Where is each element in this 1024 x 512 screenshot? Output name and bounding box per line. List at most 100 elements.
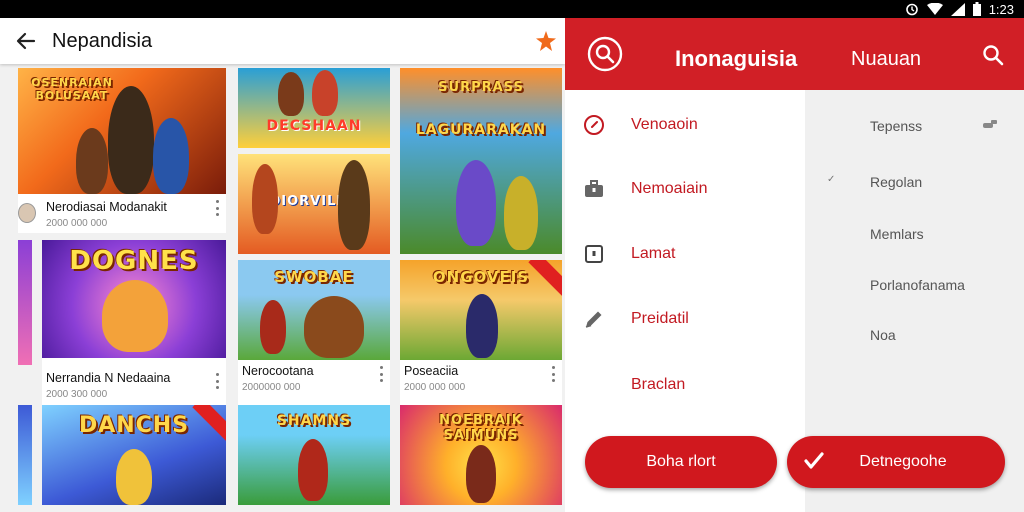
game-art-title: ONGOVEIS (432, 268, 530, 286)
filter-drawer: Inonaguisia Nuauan Venoaoin Nemoaiain La… (565, 18, 1024, 512)
app-title: Nepandisia (52, 29, 153, 52)
drawer-subtitle: Nuauan (851, 48, 922, 70)
game-name: Nerodiasai Modanakit (46, 200, 167, 214)
menu-item[interactable]: Nemoaiain (565, 160, 805, 216)
square-icon (583, 243, 605, 265)
menu-item[interactable]: Venoaoin (565, 96, 805, 152)
checkmark-icon: ✓ (827, 174, 836, 185)
arrow-back-icon[interactable] (0, 18, 52, 64)
menu-item-label: Venoaoin (631, 116, 698, 133)
game-meta: Nerrandia N Nedaaina 2000 300 000 (42, 367, 226, 407)
game-thumbnail: NOEBRAIK SAIMUNS (400, 405, 562, 505)
menu-item[interactable]: Braclan (565, 356, 805, 412)
game-list-screen: Nepandisia OSENRAIAN BOLUSAAT Nerodiasai… (0, 18, 565, 512)
character-figure (153, 118, 189, 194)
filter-option[interactable]: Noa (805, 315, 1024, 355)
status-time: 1:23 (988, 1, 1014, 17)
game-card[interactable]: DANCHS (42, 405, 226, 505)
character-figure (312, 70, 338, 116)
search-icon[interactable] (981, 43, 1005, 67)
game-thumbnail: DIORVILDS (238, 154, 390, 254)
game-art-title: DOGNES (69, 246, 199, 276)
character-figure (278, 72, 304, 116)
more-vert-icon[interactable] (212, 200, 222, 216)
filter-label: Memlars (870, 226, 924, 242)
star-icon[interactable] (531, 26, 561, 56)
character-figure (260, 300, 286, 354)
game-card[interactable]: SHAMNS (238, 405, 390, 505)
character-figure (102, 280, 168, 352)
character-figure (466, 445, 496, 503)
game-thumbnail: SURPRASS LAGURARAKAN (400, 68, 562, 254)
game-thumbnail: DANCHS (42, 405, 226, 505)
character-figure (76, 128, 108, 194)
wifi-icon (926, 3, 943, 15)
more-vert-icon[interactable] (376, 366, 386, 382)
pin-icon[interactable] (981, 118, 999, 132)
character-figure (504, 176, 538, 250)
menu-item-label: Braclan (631, 376, 686, 393)
game-subtitle: 2000000 000 (242, 382, 301, 393)
filter-label: Noa (870, 327, 896, 343)
filter-label: Regolan (870, 174, 923, 190)
compass-icon (583, 114, 605, 136)
filter-option[interactable]: ✓ Regolan (805, 162, 1024, 202)
game-card[interactable]: OSENRAIAN BOLUSAAT Nerodiasai Modanakit … (18, 68, 226, 233)
filter-label: Porlanofanama (870, 277, 965, 293)
more-vert-icon[interactable] (548, 366, 558, 382)
check-icon (803, 450, 825, 472)
left-action-button[interactable]: Boha rlort (585, 436, 777, 488)
game-thumbnail: SWOBAE (238, 260, 390, 360)
signal-icon (950, 2, 965, 16)
character-figure (338, 160, 370, 250)
game-thumbnail: ONGOVEIS (400, 260, 562, 360)
game-card-edge (18, 240, 32, 365)
menu-item[interactable]: Preidatil (565, 290, 805, 346)
menu-item[interactable]: Lamat (565, 225, 805, 281)
game-card-edge (18, 405, 32, 505)
filter-option[interactable]: Tepenss (805, 106, 1024, 146)
more-vert-icon[interactable] (212, 373, 222, 389)
game-card[interactable]: SURPRASS LAGURARAKAN (400, 68, 562, 254)
menu-item-label: Nemoaiain (631, 180, 708, 197)
game-card[interactable]: ONGOVEIS Poseaciia 2000 000 000 (400, 260, 562, 407)
game-meta: Nerodiasai Modanakit 2000 000 000 (18, 194, 226, 233)
character-figure (466, 294, 498, 358)
filter-option[interactable]: Porlanofanama (805, 265, 1024, 305)
filter-label: Tepenss (870, 118, 923, 134)
character-figure (298, 439, 328, 501)
game-art-title: SHAMNS (276, 413, 352, 429)
menu-item-label: Preidatil (631, 310, 689, 327)
game-thumbnail: OSENRAIAN BOLUSAAT (18, 68, 226, 194)
developer-avatar (18, 203, 36, 223)
game-art-title: DANCHS (78, 413, 190, 438)
battery-icon (972, 2, 981, 16)
game-name: Poseaciia (404, 364, 459, 378)
screen: 1:23 Nepandisia OSENRAIAN BOLUSAAT Nerod… (0, 0, 1024, 512)
drawer-header: Inonaguisia Nuauan (565, 18, 1024, 90)
pencil-icon (583, 308, 605, 330)
character-figure (252, 164, 278, 234)
app-bar: Nepandisia (0, 18, 565, 64)
game-card[interactable]: DOGNES Nerrandia N Nedaaina 2000 300 000 (42, 240, 226, 407)
game-card[interactable]: DIORVILDS (238, 154, 390, 254)
game-subtitle: 2000 000 000 (46, 218, 108, 229)
game-name: Nerocootana (242, 364, 314, 378)
right-action-button[interactable]: Detnegoohe (787, 436, 1005, 488)
search-icon[interactable] (587, 36, 623, 72)
menu-item-label: Lamat (631, 245, 676, 262)
character-figure (304, 296, 364, 358)
game-art-title: SWOBAE (274, 268, 354, 286)
game-art-title: SURPRASS (438, 80, 524, 95)
character-figure (456, 160, 496, 246)
game-card[interactable]: NOEBRAIK SAIMUNS (400, 405, 562, 505)
status-bar: 1:23 (0, 0, 1024, 18)
game-subtitle: 2000 300 000 (46, 389, 108, 400)
character-figure (116, 449, 152, 505)
game-art-title: LAGURARAKAN (415, 122, 547, 138)
game-card[interactable]: DECSHAAN (238, 68, 390, 148)
game-art-title: OSENRAIAN BOLUSAAT (31, 76, 113, 102)
game-art-title: DECSHAAN (266, 118, 362, 134)
filter-option[interactable]: Memlars (805, 214, 1024, 254)
game-card[interactable]: SWOBAE Nerocootana 2000000 000 (238, 260, 390, 407)
